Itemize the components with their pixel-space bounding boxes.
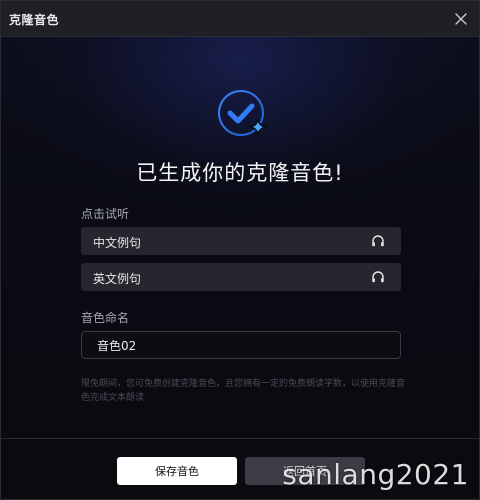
headphones-icon: [372, 271, 384, 283]
sample-label: 英文例句: [93, 272, 142, 286]
save-voice-button[interactable]: 保存音色: [117, 457, 237, 485]
sample-label: 中文例句: [93, 236, 142, 250]
headphones-icon: [372, 235, 384, 247]
success-headline: 已生成你的克隆音色!: [136, 161, 344, 185]
return-home-button[interactable]: 返回首页: [245, 457, 365, 485]
sample-row-chinese[interactable]: 中文例句: [81, 227, 401, 255]
listen-section-label: 点击试听: [81, 207, 130, 221]
footer-divider: [1, 438, 479, 439]
dialog-title: 克隆音色: [9, 13, 60, 27]
clone-voice-dialog: 克隆音色 已生成你的克隆音色! 点击试听 中文例句 英文例句 音色命名 音色02…: [0, 0, 480, 500]
close-icon: [455, 13, 467, 25]
voice-name-input[interactable]: [81, 331, 401, 359]
close-button[interactable]: [451, 9, 471, 29]
sample-row-english[interactable]: 英文例句: [81, 263, 401, 291]
naming-section-label: 音色命名: [81, 311, 130, 325]
free-period-note: 限免期间，您可免费创建克隆音色，且您拥有一定的免费朗读字数，以使用克隆音色完成文…: [81, 379, 406, 403]
check-circle-sparkle-icon: [218, 90, 267, 136]
titlebar: 克隆音色: [1, 1, 479, 37]
